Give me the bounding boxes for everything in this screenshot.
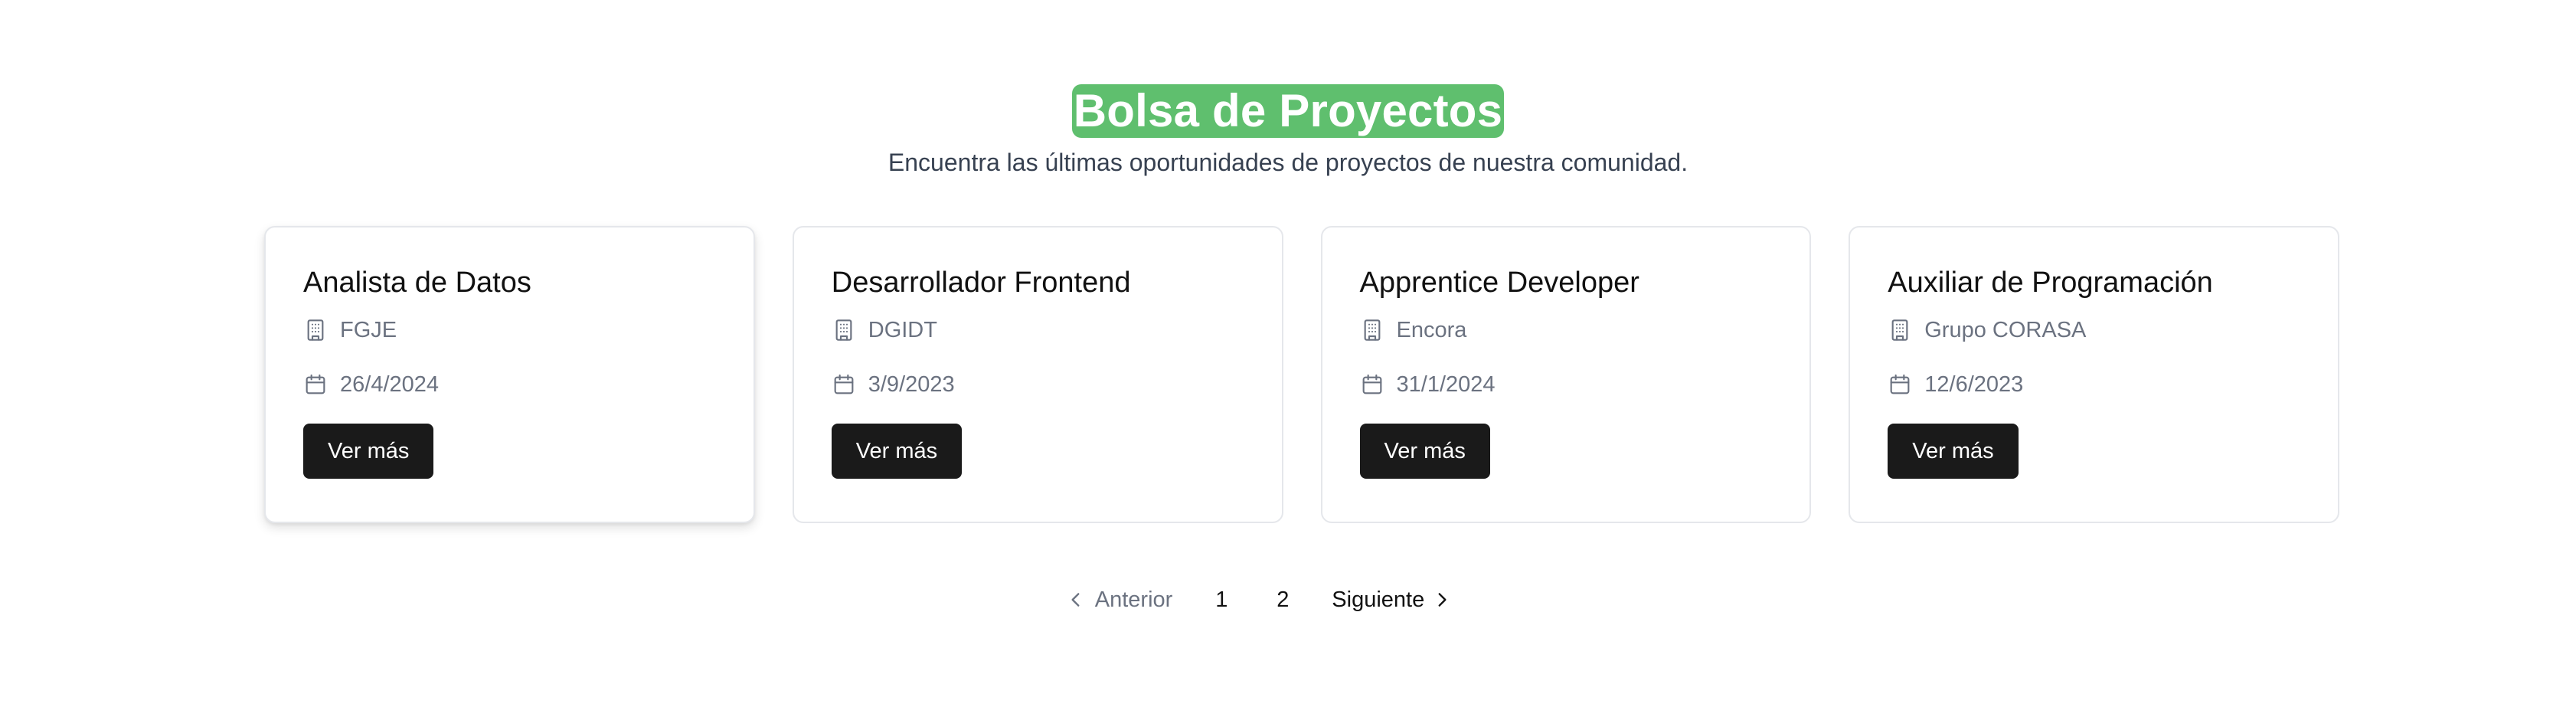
page-link-2[interactable]: 2 — [1252, 587, 1313, 613]
date-row: 31/1/2024 — [1360, 369, 1773, 400]
project-date: 26/4/2024 — [340, 371, 440, 397]
company-row: FGJE — [303, 315, 716, 345]
project-title: Desarrollador Frontend — [831, 267, 1131, 299]
ver-mas-button[interactable]: Ver más — [1359, 424, 1490, 479]
page-link-1[interactable]: 1 — [1191, 587, 1252, 613]
project-card: Auxiliar de Programación Grupo CORASA 12… — [1849, 226, 2339, 523]
project-date: 3/9/2023 — [868, 371, 955, 397]
ver-mas-button[interactable]: Ver más — [831, 424, 963, 479]
company-row: Encora — [1360, 315, 1773, 345]
ver-mas-button[interactable]: Ver más — [303, 424, 434, 479]
pagination: Anterior 1 2 Siguiente — [0, 578, 2576, 621]
project-card: Analista de Datos FGJE 26/4/2024 Ver más — [264, 226, 755, 523]
calendar-icon — [832, 372, 856, 397]
company-name: Grupo CORASA — [1924, 317, 2087, 342]
chevron-left-icon — [1066, 590, 1086, 610]
chevron-right-icon — [1432, 590, 1452, 610]
date-row: 3/9/2023 — [832, 369, 1244, 400]
previous-page-label: Anterior — [1094, 587, 1173, 612]
project-date: 31/1/2024 — [1396, 371, 1496, 397]
company-name: FGJE — [340, 317, 397, 342]
page-subtitle: Encuentra las últimas oportunidades de p… — [888, 149, 1688, 176]
building-icon — [1888, 318, 1912, 342]
date-row: 26/4/2024 — [303, 369, 716, 400]
building-icon — [1360, 318, 1384, 342]
page-title: Bolsa de Proyectos — [1071, 84, 1505, 138]
project-card: Apprentice Developer Encora 31/1/2024 Ve… — [1320, 226, 1812, 523]
calendar-icon — [1360, 372, 1384, 397]
company-name: Encora — [1396, 317, 1467, 342]
project-card: Desarrollador Frontend DGIDT 3/9/2023 Ve… — [792, 226, 1283, 523]
page: Bolsa de Proyectos Encuentra las últimas… — [0, 0, 2576, 720]
next-page-link[interactable]: Siguiente — [1332, 587, 1452, 613]
date-row: 12/6/2023 — [1888, 369, 2300, 400]
previous-page-link[interactable]: Anterior — [1066, 587, 1173, 613]
company-name: DGIDT — [868, 317, 937, 342]
calendar-icon — [303, 372, 328, 397]
building-icon — [303, 318, 328, 342]
project-card-list: Analista de Datos FGJE 26/4/2024 Ver más… — [264, 226, 2339, 523]
project-title: Auxiliar de Programación — [1888, 267, 2213, 299]
page-header: Bolsa de Proyectos Encuentra las últimas… — [0, 84, 2576, 178]
project-title: Apprentice Developer — [1359, 267, 1639, 299]
company-row: Grupo CORASA — [1888, 315, 2300, 345]
project-date: 12/6/2023 — [1924, 371, 2024, 397]
building-icon — [832, 318, 856, 342]
ver-mas-button[interactable]: Ver más — [1888, 424, 2019, 479]
project-title: Analista de Datos — [303, 267, 531, 299]
calendar-icon — [1888, 372, 1912, 397]
company-row: DGIDT — [832, 315, 1244, 345]
next-page-label: Siguiente — [1332, 587, 1425, 612]
